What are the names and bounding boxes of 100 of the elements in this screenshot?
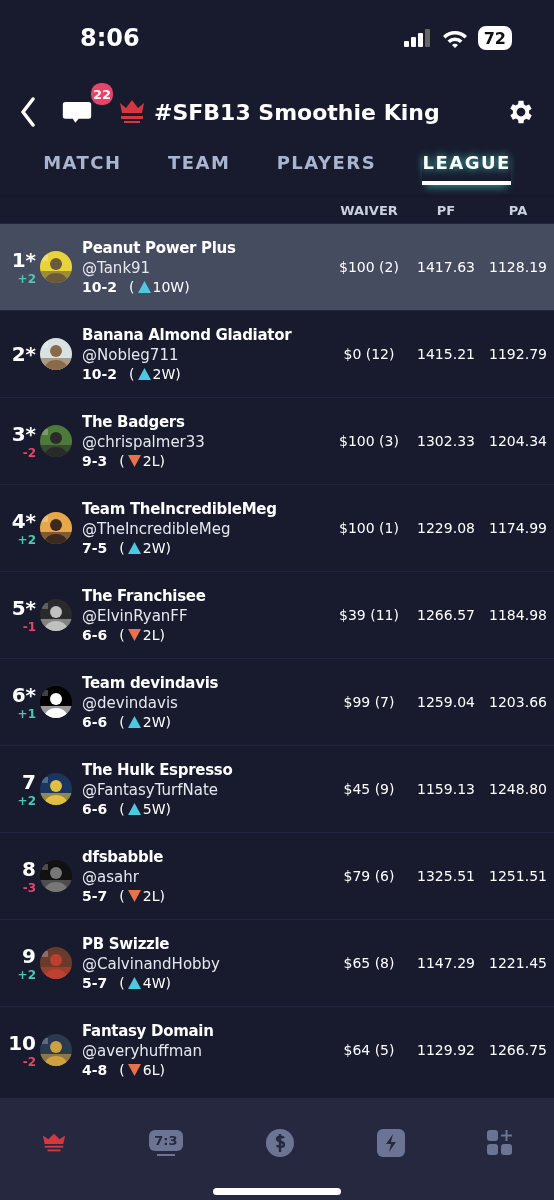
streak-paren: (	[119, 714, 125, 730]
column-header: PA	[507, 203, 529, 218]
record: 6-6	[82, 627, 108, 643]
clock-time: 8:06	[80, 24, 140, 52]
standings-row[interactable]: 8 -3 dfsbabble @asahr 5-7 ( 2L) $79 (6) 1325.51 1251.51	[0, 832, 554, 919]
record: 10-2	[82, 366, 118, 382]
streak: 4W)	[142, 975, 171, 991]
points-for-cell-text: 1325.51	[416, 868, 476, 884]
standings-row[interactable]: 5* -1 The Franchisee @ElvinRyanFF 6-6 ( 2L) $39 (11) 1266.57 1184.98	[0, 571, 554, 658]
standings-row[interactable]: 9 +2 PB Swizzle @CalvinandHobby 5-7 ( 4W) $65 (8) 1147.29 1221.45	[0, 919, 554, 1006]
rank-change: -2	[22, 1055, 36, 1069]
points-against-cell-text: 1251.51	[488, 868, 548, 884]
standings-row[interactable]: 1* +2 Peanut Power Plus @Tank91 10-2 ( 10W) $100 (2) 1417.63 1128.19	[0, 223, 554, 310]
user-handle: @Nobleg711	[82, 346, 180, 364]
points-against-cell-text: 1192.79	[488, 346, 548, 362]
rank-change: +1	[17, 707, 36, 721]
rank-change: -2	[22, 446, 36, 460]
notification-badge: 22	[90, 82, 114, 106]
user-handle: @CalvinandHobby	[82, 955, 221, 973]
points-against-cell-text: 1204.34	[488, 433, 548, 449]
points-against-cell-text: 1184.98	[488, 607, 548, 623]
standings-row[interactable]: 3* -2 The Badgers @chrispalmer33 9-3 ( 2L) $100 (3) 1302.33 1204.34	[0, 397, 554, 484]
streak: 2L)	[142, 888, 165, 904]
record: 4-8	[82, 1062, 108, 1078]
column-header: WAIVER	[339, 203, 399, 218]
streak-paren: (	[129, 366, 135, 382]
waiver-cell-text: $100 (1)	[338, 520, 400, 536]
dollar-icon[interactable]	[264, 1128, 295, 1158]
streak: 2W)	[152, 366, 181, 382]
rank: 9	[22, 944, 36, 968]
standings-row[interactable]: 4* +2 Team TheIncredibleMeg @TheIncredibleMeg 7-5 ( 2W) $100 (1) 1229.08 1174.99	[0, 484, 554, 571]
waiver-cell-text: $65 (8)	[342, 955, 396, 971]
lightning-icon[interactable]	[376, 1129, 405, 1157]
battery-icon: 72	[477, 26, 512, 50]
points-against-cell-text: 1221.45	[488, 955, 548, 971]
team-name: The Franchisee	[82, 587, 206, 605]
tab[interactable]: PLAYERS	[276, 148, 377, 185]
user-handle: @FantasyTurfNate	[82, 781, 220, 799]
column-header: PF	[435, 203, 457, 218]
waiver-cell-text: $39 (11)	[338, 607, 400, 623]
add-widget-icon[interactable]	[486, 1130, 513, 1156]
team-name: Peanut Power Plus	[82, 239, 236, 257]
team-name: The Hulk Espresso	[82, 761, 233, 779]
tab[interactable]: MATCH	[43, 148, 122, 185]
points-for-cell-text: 1159.13	[416, 781, 476, 797]
rank-change: +2	[17, 533, 36, 547]
team-name: PB Swizzle	[82, 935, 170, 953]
rank: 5*	[11, 596, 36, 620]
rank: 1*	[11, 248, 36, 272]
record: 5-7	[82, 975, 108, 991]
team-name: Fantasy Domain	[82, 1022, 214, 1040]
team-name: Team TheIncredibleMeg	[82, 500, 277, 518]
tab[interactable]: LEAGUE	[422, 148, 511, 185]
waiver-cell-text: $0 (12)	[342, 346, 396, 362]
waiver-cell-text: $99 (7)	[342, 694, 396, 710]
back-icon[interactable]	[20, 97, 36, 127]
rank: 2*	[11, 342, 36, 366]
waiver-cell-text: $45 (9)	[342, 781, 396, 797]
streak-paren: (	[119, 888, 125, 904]
user-handle: @TheIncredibleMeg	[82, 520, 232, 538]
record: 10-2	[82, 279, 118, 295]
crown-logo-icon[interactable]	[41, 1132, 68, 1154]
standings-row[interactable]: 2* Banana Almond Gladiator @Nobleg711 10-2 ( 2W) $0 (12) 1415.21 1192.79	[0, 310, 554, 397]
tab[interactable]: TEAM	[167, 148, 231, 185]
streak-paren: (	[119, 627, 125, 643]
record: 6-6	[82, 801, 108, 817]
points-for-cell-text: 1229.08	[416, 520, 476, 536]
streak-paren: (	[119, 540, 125, 556]
streak-paren: (	[119, 1062, 125, 1078]
points-against-cell-text: 1248.80	[488, 781, 548, 797]
rank-change: +2	[17, 272, 36, 286]
league-title: #SFB13 Smoothie King	[154, 99, 441, 125]
waiver-cell-text: $100 (2)	[338, 259, 400, 275]
signal-icon	[403, 29, 432, 47]
user-handle: @ElvinRyanFF	[82, 607, 189, 625]
rank-change: +2	[17, 968, 36, 982]
user-handle: @chrispalmer33	[82, 433, 206, 451]
points-for-cell-text: 1147.29	[416, 955, 476, 971]
waiver-cell-text: $100 (3)	[338, 433, 400, 449]
record: 9-3	[82, 453, 108, 469]
streak: 2W)	[142, 540, 171, 556]
points-for-cell-text: 1417.63	[416, 259, 476, 275]
user-handle: @Tank91	[82, 259, 152, 277]
streak: 2L)	[142, 627, 165, 643]
record: 5-7	[82, 888, 108, 904]
standings-row[interactable]: 7 +2 The Hulk Espresso @FantasyTurfNate 6-6 ( 5W) $45 (9) 1159.13 1248.80	[0, 745, 554, 832]
standings-row[interactable]: 6* +1 Team devindavis @devindavis 6-6 ( 2W) $99 (7) 1259.04 1203.66	[0, 658, 554, 745]
rank: 10	[8, 1031, 36, 1055]
crown-logo-icon	[118, 99, 146, 125]
user-handle: @asahr	[82, 868, 140, 886]
rank: 7	[22, 770, 36, 794]
rank-change: +2	[17, 794, 36, 808]
streak-paren: (	[119, 801, 125, 817]
points-against-cell-text: 1266.75	[488, 1042, 548, 1058]
streak: 10W)	[152, 279, 190, 295]
standings-row[interactable]: 10 -2 Fantasy Domain @averyhuffman 4-8 ( 6L) $64 (5) 1129.92 1266.75	[0, 1006, 554, 1093]
waiver-cell-text: $64 (5)	[342, 1042, 396, 1058]
record: 6-6	[82, 714, 108, 730]
streak-paren: (	[119, 453, 125, 469]
rank-change: -1	[22, 620, 36, 634]
